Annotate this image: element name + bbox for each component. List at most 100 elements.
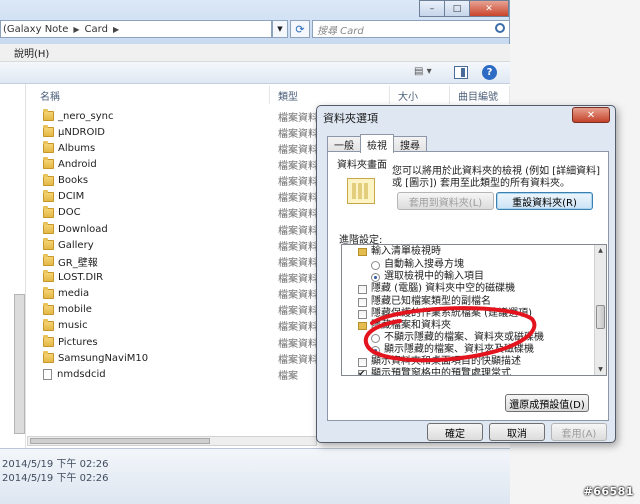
cancel-button[interactable]: 取消 — [489, 423, 545, 441]
menu-help[interactable]: 說明(H) — [14, 45, 49, 60]
advanced-setting-checkbox[interactable]: 隱藏保護的作業系統檔案 (建議選項) — [358, 308, 532, 320]
window-controls: – □ ✕ — [419, 0, 509, 17]
close-button[interactable]: ✕ — [469, 0, 509, 17]
preview-pane-icon[interactable] — [454, 66, 468, 79]
breadcrumb-item[interactable]: (Galaxy Note — [3, 24, 68, 35]
file-name: Books — [58, 175, 89, 187]
file-name: Albums — [58, 142, 96, 154]
advanced-setting-label: 隱藏已知檔案類型的副檔名 — [371, 296, 491, 307]
scrollbar-thumb[interactable] — [596, 305, 605, 329]
scroll-down-icon[interactable]: ▼ — [595, 364, 606, 375]
checkbox[interactable] — [358, 309, 367, 319]
folder-icon — [43, 318, 54, 331]
file-name-cell: Pictures — [27, 335, 270, 348]
radio-button[interactable] — [371, 260, 380, 270]
advanced-setting-label: 隱藏保護的作業系統檔案 (建議選項) — [371, 308, 532, 319]
horizontal-scrollbar[interactable] — [27, 436, 317, 446]
ok-button[interactable]: 確定 — [427, 423, 483, 441]
file-name: DOC — [58, 207, 81, 219]
scroll-up-icon[interactable]: ▲ — [595, 245, 606, 256]
change-view-icon[interactable]: ▤ ▾ — [414, 66, 432, 77]
navigation-scrollbar[interactable] — [14, 294, 25, 434]
help-icon[interactable]: ? — [482, 65, 497, 80]
radio-button[interactable] — [371, 345, 380, 355]
details-pane: 2014/5/19 下午 02:26 2014/5/19 下午 02:26 — [0, 448, 510, 504]
search-icon[interactable] — [495, 23, 505, 33]
radio-button[interactable] — [371, 333, 380, 343]
address-bar[interactable]: (Galaxy Note ▶ Card ▶ — [0, 20, 272, 38]
watermark-text: #66581 — [583, 485, 634, 498]
folder-icon — [43, 222, 54, 235]
scrollbar-thumb[interactable] — [30, 438, 210, 444]
navigation-pane — [0, 84, 26, 454]
checkbox[interactable] — [358, 284, 367, 294]
advanced-setting-label: 顯示預覽窗格中的預覽處理常式 — [371, 368, 511, 376]
apply-button[interactable]: 套用(A) — [551, 423, 607, 441]
file-name: media — [58, 288, 90, 300]
tab-search[interactable]: 搜尋 — [393, 136, 427, 152]
advanced-setting-checkbox[interactable]: 顯示預覽窗格中的預覽處理常式 — [358, 368, 511, 376]
advanced-setting-label: 輸入清單檢視時 — [371, 246, 441, 257]
dialog-close-button[interactable]: ✕ — [572, 107, 610, 123]
advanced-setting-label: 顯示資料夾和桌面項目的快顯描述 — [371, 356, 521, 367]
folder-options-dialog: 資料夾選項 ✕ 一般 檢視 搜尋 資料夾畫面 您可以將用於此資料夾的檢視 (例如… — [316, 105, 616, 443]
radio-button[interactable] — [371, 272, 380, 282]
advanced-setting-label: 不顯示隱藏的檔案、資料夾或磁碟機 — [384, 332, 544, 343]
advanced-setting-folder: 輸入清單檢視時 — [358, 246, 441, 258]
file-name: nmdsdcid — [57, 368, 106, 380]
tab-view[interactable]: 檢視 — [360, 134, 394, 153]
checkbox[interactable] — [358, 357, 367, 367]
column-header-name[interactable]: 名稱 — [27, 86, 270, 104]
folder-icon — [43, 125, 54, 138]
advanced-settings-scrollbar[interactable]: ▲ ▼ — [594, 245, 606, 375]
advanced-settings-list: ▲ ▼ 輸入清單檢視時自動輸入搜尋方塊 選取檢視中的輸入項目 隱藏 (電腦) 資料夾… — [341, 244, 607, 376]
advanced-setting-checkbox[interactable]: 隱藏已知檔案類型的副檔名 — [358, 296, 491, 308]
file-name: GR_壁報 — [58, 257, 98, 269]
file-name: music — [58, 320, 88, 332]
advanced-setting-checkbox[interactable]: 顯示資料夾和桌面項目的快顯描述 — [358, 356, 521, 368]
folder-views-icon — [347, 178, 375, 204]
address-dropdown-icon[interactable]: ▼ — [272, 20, 288, 38]
folder-icon — [43, 189, 54, 202]
advanced-setting-label: 隱藏檔案和資料夾 — [371, 320, 451, 331]
advanced-setting-checkbox[interactable]: 隱藏 (電腦) 資料夾中空的磁碟機 — [358, 283, 515, 295]
folder-icon — [43, 302, 54, 315]
folder-icon — [43, 335, 54, 348]
file-name: µNDROID — [58, 126, 106, 138]
refresh-icon[interactable]: ⟳ — [290, 20, 310, 38]
apply-to-folders-button[interactable]: 套用到資料夾(L) — [397, 192, 494, 210]
file-name-cell: mobile — [27, 302, 270, 315]
reset-folders-button[interactable]: 重設資料夾(R) — [496, 192, 593, 210]
minimize-button[interactable]: – — [419, 0, 445, 17]
file-name: SamsungNaviM10 — [58, 352, 149, 364]
folder-icon — [43, 157, 54, 170]
maximize-button[interactable]: □ — [444, 0, 470, 17]
file-name-cell: SamsungNaviM10 — [27, 351, 270, 364]
search-placeholder: 搜尋 Card — [317, 25, 364, 37]
column-header-type[interactable]: 類型 — [270, 86, 390, 104]
checkbox[interactable] — [358, 297, 367, 307]
dialog-title: 資料夾選項 — [323, 112, 378, 125]
column-header-size[interactable]: 大小 — [390, 86, 450, 104]
breadcrumb-item[interactable]: Card — [85, 24, 108, 35]
advanced-setting-radio[interactable]: 顯示隱藏的檔案、資料夾及磁碟機 — [371, 344, 534, 356]
breadcrumb-chevron-icon[interactable]: ▶ — [73, 25, 79, 34]
file-name-cell: DCIM — [27, 189, 270, 203]
folder-icon — [43, 238, 54, 251]
toolbar: ▤ ▾ ? — [0, 62, 510, 84]
column-header-track[interactable]: 曲目編號 — [450, 86, 510, 104]
file-name-cell: Android — [27, 157, 270, 170]
advanced-setting-radio[interactable]: 自動輸入搜尋方塊 — [371, 259, 464, 271]
tab-general[interactable]: 一般 — [327, 136, 361, 152]
restore-defaults-button[interactable]: 還原成預設值(D) — [505, 394, 589, 412]
breadcrumb-chevron-icon[interactable]: ▶ — [113, 25, 119, 34]
search-input[interactable]: 搜尋 Card — [312, 20, 510, 38]
file-name: DCIM — [58, 191, 85, 203]
checkbox[interactable] — [358, 368, 367, 375]
file-icon — [43, 368, 52, 380]
folder-views-description: 您可以將用於此資料夾的檢視 (例如 [詳細資料] 或 [圖示]) 套用至此類型的… — [392, 166, 601, 189]
advanced-setting-radio[interactable]: 不顯示隱藏的檔案、資料夾或磁碟機 — [371, 332, 544, 344]
folder-icon — [43, 270, 54, 283]
advanced-setting-radio[interactable]: 選取檢視中的輸入項目 — [371, 271, 484, 283]
file-name-cell: media — [27, 286, 270, 300]
